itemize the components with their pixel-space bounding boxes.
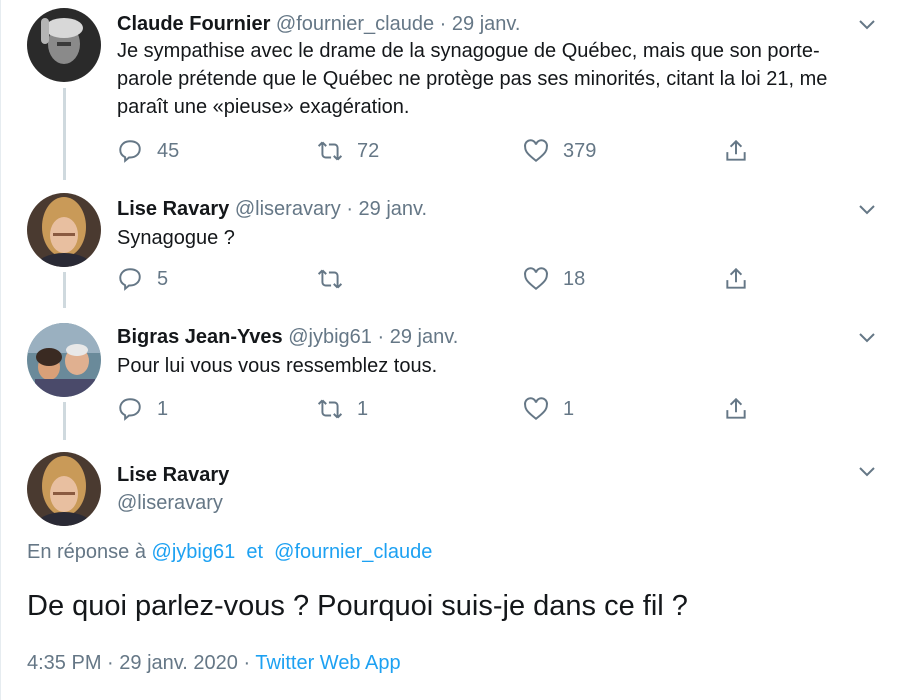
main-author-handle-row: @liseravary xyxy=(117,491,223,515)
mention-link[interactable]: @jybig61 xyxy=(152,541,236,563)
retweet-button[interactable]: 72 xyxy=(317,136,379,166)
chevron-down-icon[interactable] xyxy=(857,14,877,34)
tweet-time[interactable]: 4:35 PM xyxy=(27,652,101,674)
retweet-icon xyxy=(317,399,343,419)
like-count: 18 xyxy=(563,267,586,290)
retweet-count: 1 xyxy=(357,397,369,420)
reply-context: En réponse à @jybig61 et @fournier_claud… xyxy=(27,541,432,564)
like-button[interactable]: 379 xyxy=(523,136,596,166)
avatar-claude-fournier[interactable] xyxy=(27,8,101,82)
retweet-count: 72 xyxy=(357,139,380,162)
reply-count: 5 xyxy=(157,267,169,290)
tweet-date[interactable]: 29 janv. xyxy=(359,198,428,220)
reply-button[interactable]: 1 xyxy=(117,394,168,424)
reply-count: 45 xyxy=(157,139,180,162)
mention-link[interactable]: @fournier_claude xyxy=(274,541,432,563)
separator: · xyxy=(346,198,353,220)
chevron-down-icon[interactable] xyxy=(857,327,877,347)
like-button[interactable]: 1 xyxy=(523,394,574,424)
tweet-header: Lise Ravary @liseravary · 29 janv. xyxy=(117,197,427,221)
share-button[interactable] xyxy=(723,394,749,424)
author-handle[interactable]: @jybig61 xyxy=(288,326,372,348)
tweet-date[interactable]: 29 janv. xyxy=(390,326,459,348)
chevron-down-icon[interactable] xyxy=(857,461,877,481)
tweet-text: Pour lui vous vous ressemblez tous. xyxy=(117,355,438,377)
share-button[interactable] xyxy=(723,136,749,166)
reply-button[interactable]: 45 xyxy=(117,136,179,166)
heart-icon xyxy=(524,139,548,162)
reply-button[interactable]: 5 xyxy=(117,264,168,294)
tweet-actions: 1 1 1 xyxy=(117,394,767,424)
tweet-actions: 5 18 xyxy=(117,264,767,294)
tweet-header: Claude Fournier @fournier_claude · 29 ja… xyxy=(117,12,520,36)
tweet-full-date[interactable]: 29 janv. 2020 xyxy=(119,652,238,674)
thread-connector xyxy=(63,272,66,308)
share-icon xyxy=(726,139,746,161)
separator: · xyxy=(377,326,385,348)
share-button[interactable] xyxy=(723,264,749,294)
retweet-button[interactable]: 1 xyxy=(317,394,368,424)
main-tweet-text: De quoi parlez-vous ? Pourquoi suis-je d… xyxy=(27,590,688,622)
author-name[interactable]: Bigras Jean-Yves xyxy=(117,326,283,348)
tweet-text: Je sympathise avec le drame de la synago… xyxy=(117,40,828,118)
separator: · xyxy=(439,13,447,35)
tweet-footer: 4:35 PM · 29 janv. 2020 · Twitter Web Ap… xyxy=(27,652,401,675)
reply-count: 1 xyxy=(157,397,169,420)
author-name[interactable]: Claude Fournier xyxy=(117,13,270,35)
heart-icon xyxy=(524,397,548,420)
reply-prefix: En réponse à xyxy=(27,541,146,563)
author-name[interactable]: Lise Ravary xyxy=(117,198,229,220)
retweet-button[interactable] xyxy=(317,264,357,294)
author-handle[interactable]: @fournier_claude xyxy=(276,13,434,35)
retweet-icon xyxy=(317,141,343,161)
source-app-link[interactable]: Twitter Web App xyxy=(255,652,400,674)
share-icon xyxy=(726,397,746,419)
reply-and: et xyxy=(246,541,264,563)
avatar-lise-ravary[interactable] xyxy=(27,452,101,526)
like-count: 379 xyxy=(563,139,597,162)
reply-icon xyxy=(119,140,141,163)
avatar-bigras-jean-yves[interactable] xyxy=(27,323,101,397)
reply-icon xyxy=(119,398,141,421)
main-author-name-row: Lise Ravary xyxy=(117,463,229,487)
separator: · xyxy=(107,652,114,674)
thread-connector xyxy=(63,88,66,180)
tweet-thread: Claude Fournier @fournier_claude · 29 ja… xyxy=(0,0,908,700)
tweet-header: Bigras Jean-Yves @jybig61 · 29 janv. xyxy=(117,325,458,349)
thread-connector xyxy=(63,402,66,440)
reply-icon xyxy=(119,268,141,291)
author-name[interactable]: Lise Ravary xyxy=(117,464,229,486)
separator: · xyxy=(243,652,251,674)
share-icon xyxy=(726,267,746,289)
like-button[interactable]: 18 xyxy=(523,264,585,294)
tweet-date[interactable]: 29 janv. xyxy=(452,13,521,35)
tweet-actions: 45 72 379 xyxy=(117,136,767,166)
retweet-icon xyxy=(317,269,343,289)
like-count: 1 xyxy=(563,397,575,420)
author-handle[interactable]: @liseravary xyxy=(117,492,223,514)
author-handle[interactable]: @liseravary xyxy=(235,198,341,220)
avatar-lise-ravary[interactable] xyxy=(27,193,101,267)
chevron-down-icon[interactable] xyxy=(857,199,877,219)
tweet-text: Synagogue ? xyxy=(117,227,235,249)
heart-icon xyxy=(524,267,548,290)
